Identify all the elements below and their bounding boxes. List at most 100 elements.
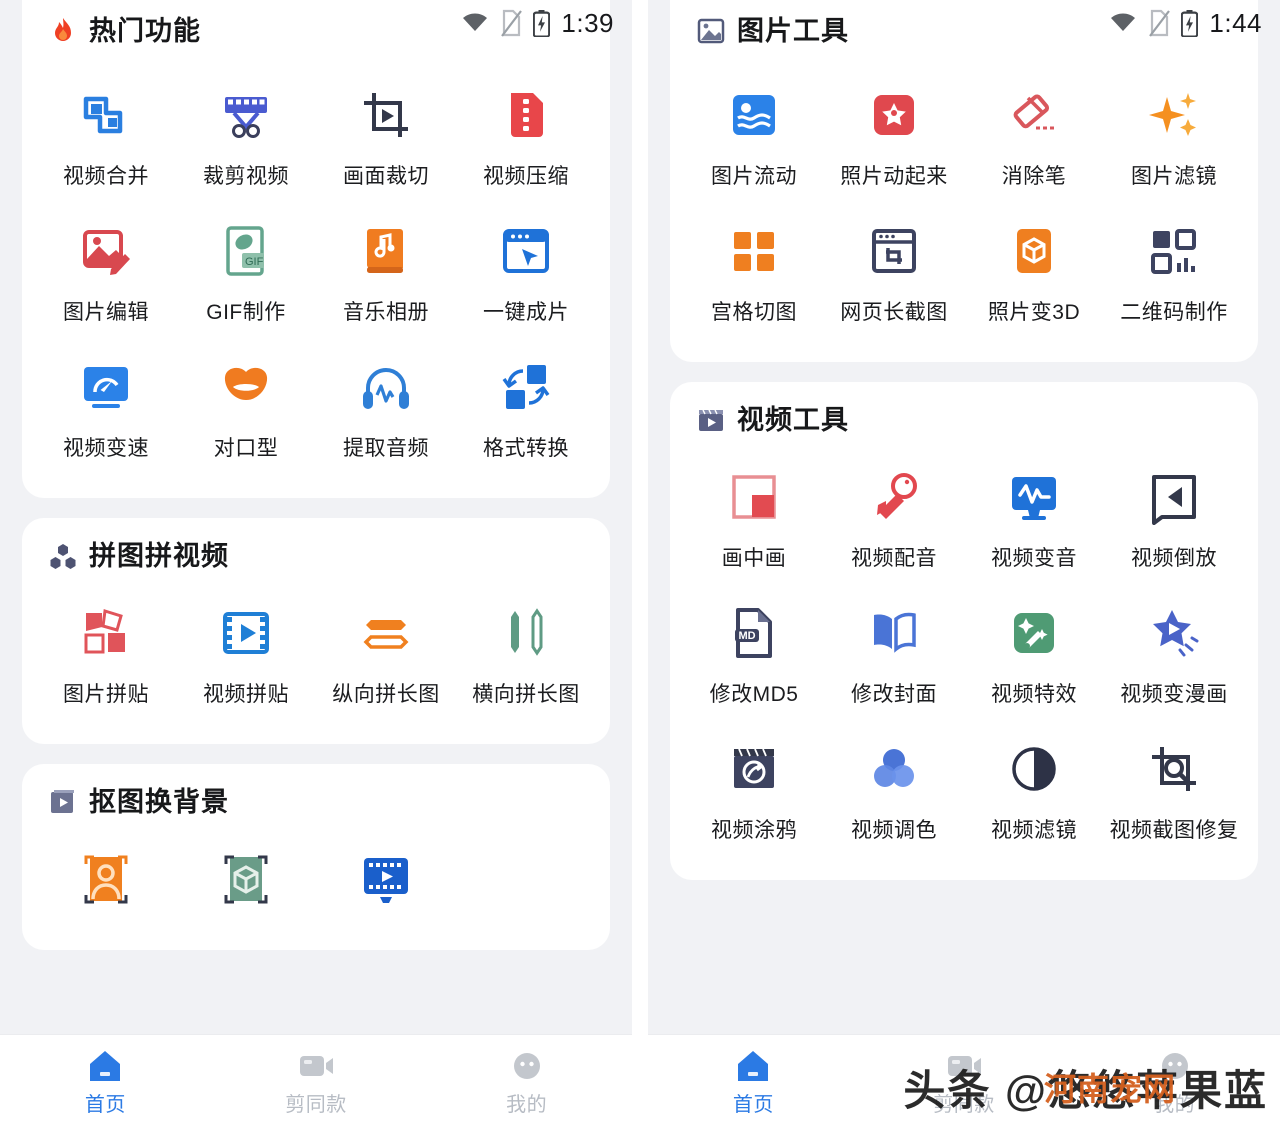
tab-templates[interactable]: 剪同款 [211, 1048, 422, 1117]
tab-templates[interactable]: 剪同款 [859, 1048, 1070, 1117]
tool-eraser[interactable]: 消除笔 [964, 72, 1104, 200]
left-scroll-area[interactable]: 热门功能 视频合并 裁剪视频 画面裁切 视频压缩 图片编辑 GIF GIF制作 … [0, 0, 632, 1130]
profile-icon [1161, 1053, 1188, 1079]
tool-photo-3d[interactable]: 照片变3D [964, 208, 1104, 336]
tool-webpage-screenshot[interactable]: 网页长截图 [824, 208, 964, 336]
tool-music-album[interactable]: 音乐相册 [316, 208, 456, 336]
window-cursor-icon [497, 222, 555, 280]
tool-video-speed[interactable]: 视频变速 [36, 344, 176, 472]
tool-video-compress[interactable]: 视频压缩 [456, 72, 596, 200]
status-time: 1:39 [561, 7, 614, 38]
tab-label: 剪同款 [285, 1094, 347, 1116]
tab-label: 首页 [732, 1094, 774, 1116]
tool-photo-animate[interactable]: 照片动起来 [824, 72, 964, 200]
tool-crop-frame[interactable]: 画面裁切 [316, 72, 456, 200]
tool-image-filter[interactable]: 图片滤镜 [1104, 72, 1244, 200]
pip-icon [725, 468, 783, 526]
dual-screenshot-container: 1:39 热门功能 视频合并 裁剪视频 画面裁切 视频压缩 图片编辑 GIF G… [0, 0, 1280, 1130]
stack-horizontal-icon [497, 604, 555, 662]
cube-3d-icon [1005, 222, 1063, 280]
status-time: 1:44 [1209, 7, 1262, 38]
tool-video-doodle[interactable]: 视频涂鸦 [684, 726, 824, 854]
tool-label: 照片动起来 [840, 165, 948, 188]
tab-label: 我的 [1154, 1094, 1196, 1116]
film-play-icon [217, 604, 275, 662]
film-scissors-icon [217, 86, 275, 144]
section-card-cutout: 抠图换背景 [22, 764, 610, 950]
tool-format-convert[interactable]: 格式转换 [456, 344, 596, 472]
home-icon [90, 1051, 121, 1081]
section-title: 拼图拼视频 [89, 540, 229, 571]
tool-label: 画面裁切 [343, 165, 429, 188]
right-scroll-area[interactable]: 图片工具 图片流动 照片动起来 消除笔 图片滤镜 宫格切图 网页长截图 照片变3… [648, 0, 1280, 1130]
reverse-play-icon [1145, 468, 1203, 526]
speed-monitor-icon [77, 358, 135, 416]
tool-label: 裁剪视频 [203, 165, 289, 188]
tool-photo-collage[interactable]: 图片拼贴 [36, 590, 176, 718]
tool-screenshot-repair[interactable]: 视频截图修复 [1104, 726, 1244, 854]
tool-voice-change[interactable]: 视频变音 [964, 454, 1104, 582]
tool-grid-hot: 视频合并 裁剪视频 画面裁切 视频压缩 图片编辑 GIF GIF制作 音乐相册 … [22, 62, 610, 472]
tool-image-flow[interactable]: 图片流动 [684, 72, 824, 200]
tool-video-color-grading[interactable]: 视频调色 [824, 726, 964, 854]
tool-person-cutout[interactable] [36, 836, 176, 924]
screen-divider [632, 0, 648, 1130]
flow-image-icon [725, 86, 783, 144]
tool-label: 提取音频 [343, 437, 429, 460]
tool-video-reverse[interactable]: 视频倒放 [1104, 454, 1244, 582]
tool-modify-md5[interactable]: MD 修改MD5 [684, 590, 824, 718]
left-phone-screen: 1:39 热门功能 视频合并 裁剪视频 画面裁切 视频压缩 图片编辑 GIF G… [0, 0, 632, 1130]
tool-video-merge[interactable]: 视频合并 [36, 72, 176, 200]
tool-video-to-comic[interactable]: 视频变漫画 [1104, 590, 1244, 718]
tool-video-cutout[interactable] [316, 836, 456, 924]
tool-label: 照片变3D [987, 301, 1081, 324]
format-convert-icon [497, 358, 555, 416]
mic-dub-icon [865, 468, 923, 526]
tool-one-click-film[interactable]: 一键成片 [456, 208, 596, 336]
magic-fx-icon [1005, 604, 1063, 662]
qrcode-icon [1145, 222, 1203, 280]
tool-video-effects[interactable]: 视频特效 [964, 590, 1104, 718]
bottom-tabbar-left: 首页 剪同款 我的 [0, 1034, 632, 1130]
tool-label: 一键成片 [483, 301, 569, 324]
camera-icon [948, 1056, 981, 1076]
section-title: 视频工具 [737, 404, 849, 435]
tab-label: 我的 [506, 1094, 548, 1116]
tool-video-filter[interactable]: 视频滤镜 [964, 726, 1104, 854]
section-card-videotools: 视频工具 画中画 视频配音 视频变音 视频倒放 MD 修改MD5 修改封面 视频… [670, 382, 1258, 880]
tool-horizontal-long-stitch[interactable]: 横向拼长图 [456, 590, 596, 718]
object-cutout-icon [217, 850, 275, 908]
svg-text:GIF: GIF [245, 256, 264, 268]
tool-qrcode-maker[interactable]: 二维码制作 [1104, 208, 1244, 336]
tab-home[interactable]: 首页 [0, 1048, 211, 1117]
svg-text:MD: MD [739, 630, 756, 642]
tool-extract-audio[interactable]: 提取音频 [316, 344, 456, 472]
tool-label: 视频滤镜 [991, 819, 1077, 842]
tool-trim-video[interactable]: 裁剪视频 [176, 72, 316, 200]
tool-label: 格式转换 [483, 437, 569, 460]
tool-modify-cover[interactable]: 修改封面 [824, 590, 964, 718]
tool-picture-in-picture[interactable]: 画中画 [684, 454, 824, 582]
clapperboard-icon [699, 409, 723, 431]
tool-gif-maker[interactable]: GIF GIF制作 [176, 208, 316, 336]
tool-object-cutout[interactable] [176, 836, 316, 924]
section-header-cutout: 抠图换背景 [22, 764, 610, 826]
tab-profile[interactable]: 我的 [1069, 1048, 1280, 1117]
tool-lip-sync[interactable]: 对口型 [176, 344, 316, 472]
headphone-wave-icon [357, 358, 415, 416]
section-title: 抠图换背景 [89, 786, 229, 817]
star-photo-icon [865, 86, 923, 144]
right-phone-screen: 1:44 图片工具 图片流动 照片动起来 消除笔 图片滤镜 宫格切图 网页长截图… [648, 0, 1280, 1130]
tool-video-collage[interactable]: 视频拼贴 [176, 590, 316, 718]
tool-label: 纵向拼长图 [332, 683, 440, 706]
tool-label: 修改封面 [851, 683, 937, 706]
tool-grid-cut[interactable]: 宫格切图 [684, 208, 824, 336]
voice-monitor-icon [1005, 468, 1063, 526]
tool-photo-edit[interactable]: 图片编辑 [36, 208, 176, 336]
star-comic-icon [1145, 604, 1203, 662]
tool-label: 视频变音 [991, 547, 1077, 570]
tool-vertical-long-stitch[interactable]: 纵向拼长图 [316, 590, 456, 718]
tab-home[interactable]: 首页 [648, 1048, 859, 1117]
tool-video-dubbing[interactable]: 视频配音 [824, 454, 964, 582]
tab-profile[interactable]: 我的 [421, 1048, 632, 1117]
